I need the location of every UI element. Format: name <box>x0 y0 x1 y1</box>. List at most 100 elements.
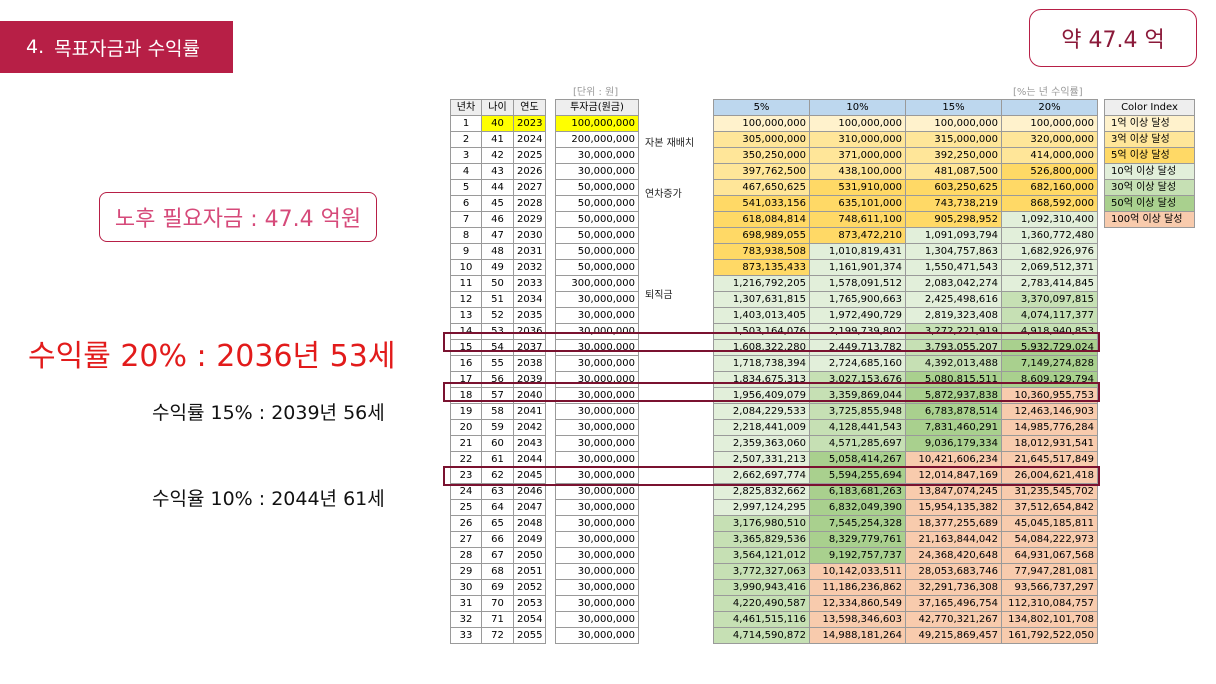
color-index-row: 100억 이상 달성 <box>1104 211 1195 228</box>
spacer-cell <box>545 179 556 196</box>
table-row: 783,938,508 1,010,819,431 1,304,757,863 1,6… <box>713 243 1098 260</box>
return-value-cell: 161,792,522,050 <box>1001 627 1098 644</box>
year-index-cell: 11 <box>450 275 482 292</box>
color-index-table: Color Index 1억 이상 달성 3억 이상 달성 5억 이상 달성 10억 … <box>1104 99 1195 228</box>
return-value-cell: 2,724,685,160 <box>809 355 906 372</box>
age-cell: 69 <box>481 579 514 596</box>
year-index-cell: 29 <box>450 563 482 580</box>
return-value-cell: 10,142,033,511 <box>809 563 906 580</box>
table-row: 8 47 2030 50,000,000 <box>450 227 639 244</box>
return-value-cell: 1,403,013,405 <box>713 307 810 324</box>
table-row: 4 43 2026 30,000,000 <box>450 163 639 180</box>
return-value-cell: 1,682,926,976 <box>1001 243 1098 260</box>
spacer-cell <box>545 563 556 580</box>
calendar-year-cell: 2031 <box>513 243 546 260</box>
return-value-cell: 320,000,000 <box>1001 131 1098 148</box>
investment-cell: 50,000,000 <box>555 195 639 212</box>
table-row: 32 71 2054 30,000,000 <box>450 611 639 628</box>
investment-cell: 30,000,000 <box>555 563 639 580</box>
investment-cell: 50,000,000 <box>555 211 639 228</box>
color-index-item: 3억 이상 달성 <box>1104 131 1195 148</box>
table-row: 3,176,980,510 7,545,254,328 18,377,255,689… <box>713 515 1098 532</box>
investment-cell: 30,000,000 <box>555 627 639 644</box>
table-row: 1,307,631,815 1,765,900,663 2,425,498,616 3… <box>713 291 1098 308</box>
table-row: 26 65 2048 30,000,000 <box>450 515 639 532</box>
age-cell: 60 <box>481 435 514 452</box>
header-rate-15: 15% <box>905 99 1002 116</box>
year-index-cell: 8 <box>450 227 482 244</box>
age-cell: 50 <box>481 275 514 292</box>
year-index-cell: 30 <box>450 579 482 596</box>
table-row: 28 67 2050 30,000,000 <box>450 547 639 564</box>
side-note-reallocation: 자본 재배치 <box>645 138 695 149</box>
calendar-year-cell: 2032 <box>513 259 546 276</box>
calendar-year-cell: 2047 <box>513 499 546 516</box>
calendar-year-cell: 2030 <box>513 227 546 244</box>
return-value-cell: 15,954,135,382 <box>905 499 1002 516</box>
age-cell: 67 <box>481 547 514 564</box>
table-row: 12 51 2034 30,000,000 <box>450 291 639 308</box>
section-title-badge: 4. 목표자금과 수익률 <box>0 21 233 73</box>
table-row: 25 64 2047 30,000,000 <box>450 499 639 516</box>
calendar-year-cell: 2048 <box>513 515 546 532</box>
investment-cell: 30,000,000 <box>555 547 639 564</box>
age-cell: 48 <box>481 243 514 260</box>
year-index-cell: 21 <box>450 435 482 452</box>
return-value-cell: 4,074,117,377 <box>1001 307 1098 324</box>
spacer-cell <box>545 195 556 212</box>
table-row: 1,216,792,205 1,578,091,512 2,083,042,274 2… <box>713 275 1098 292</box>
return-value-cell: 397,762,500 <box>713 163 810 180</box>
spacer-cell <box>545 131 556 148</box>
year-index-cell: 25 <box>450 499 482 516</box>
table-row: 3 42 2025 30,000,000 <box>450 147 639 164</box>
return-value-cell: 905,298,952 <box>905 211 1002 228</box>
return-value-cell: 1,304,757,863 <box>905 243 1002 260</box>
color-index-row: 3억 이상 달성 <box>1104 131 1195 148</box>
table-row: 3,365,829,536 8,329,779,761 21,163,844,042… <box>713 531 1098 548</box>
table-row: 6 45 2028 50,000,000 <box>450 195 639 212</box>
age-cell: 51 <box>481 291 514 308</box>
return-value-cell: 1,718,738,394 <box>713 355 810 372</box>
age-cell: 65 <box>481 515 514 532</box>
year-index-cell: 33 <box>450 627 482 644</box>
spacer-cell <box>545 515 556 532</box>
return-value-cell: 9,036,179,334 <box>905 435 1002 452</box>
year-index-cell: 26 <box>450 515 482 532</box>
side-note-severance: 퇴직금 <box>645 290 673 301</box>
return-value-cell: 7,831,460,291 <box>905 419 1002 436</box>
return-value-cell: 4,571,285,697 <box>809 435 906 452</box>
return-value-cell: 112,310,084,757 <box>1001 595 1098 612</box>
table-row: 305,000,000 310,000,000 315,000,000 320,000… <box>713 131 1098 148</box>
return-value-cell: 100,000,000 <box>713 115 810 132</box>
table-row: 2,997,124,295 6,832,049,390 15,954,135,382… <box>713 499 1098 516</box>
calendar-year-cell: 2026 <box>513 163 546 180</box>
table-row: 16 55 2038 30,000,000 <box>450 355 639 372</box>
investment-cell: 30,000,000 <box>555 163 639 180</box>
age-cell: 68 <box>481 563 514 580</box>
calendar-year-cell: 2055 <box>513 627 546 644</box>
return-value-cell: 4,392,013,488 <box>905 355 1002 372</box>
table-row: 3,564,121,012 9,192,757,737 24,368,420,648… <box>713 547 1098 564</box>
spacer-cell <box>545 627 556 644</box>
total-amount-badge: 약 47.4 억 <box>1029 9 1197 67</box>
investment-table: 년차 나이 연도 투자금(원금) 1 40 2023 100,000,000 2 41 20… <box>450 99 639 644</box>
return-value-cell: 618,084,814 <box>713 211 810 228</box>
return-value-cell: 310,000,000 <box>809 131 906 148</box>
return-value-cell: 24,368,420,648 <box>905 547 1002 564</box>
return-value-cell: 371,000,000 <box>809 147 906 164</box>
return-value-cell: 3,564,121,012 <box>713 547 810 564</box>
age-cell: 71 <box>481 611 514 628</box>
age-cell: 45 <box>481 195 514 212</box>
side-note-annual-increase: 연차증가 <box>645 189 682 200</box>
return-value-cell: 6,783,878,514 <box>905 403 1002 420</box>
calendar-year-cell: 2052 <box>513 579 546 596</box>
investment-cell: 100,000,000 <box>555 115 639 132</box>
spacer-cell <box>545 531 556 548</box>
calendar-year-cell: 2027 <box>513 179 546 196</box>
table-row: 27 66 2049 30,000,000 <box>450 531 639 548</box>
return-value-cell: 14,985,776,284 <box>1001 419 1098 436</box>
color-index-row: 1억 이상 달성 <box>1104 115 1195 132</box>
spacer-cell <box>545 243 556 260</box>
investment-cell: 300,000,000 <box>555 275 639 292</box>
spacer-cell <box>545 435 556 452</box>
